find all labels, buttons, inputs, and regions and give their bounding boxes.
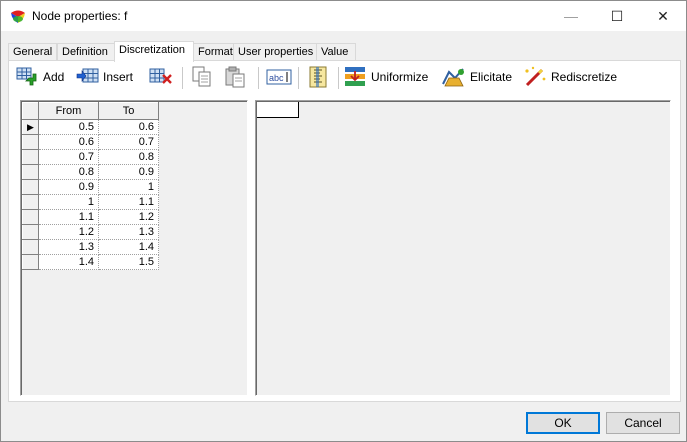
magic-wand-icon bbox=[525, 66, 546, 87]
table-row[interactable]: 1 1.1 bbox=[22, 194, 159, 210]
preview-grid[interactable] bbox=[255, 100, 671, 396]
table-row[interactable]: 1.2 1.3 bbox=[22, 224, 159, 240]
row-header[interactable] bbox=[22, 149, 39, 165]
text-field-icon: abc bbox=[266, 69, 292, 85]
to-cell[interactable]: 1.5 bbox=[98, 254, 159, 270]
toolbar-separator bbox=[298, 67, 299, 89]
to-cell[interactable]: 0.9 bbox=[98, 164, 159, 180]
from-cell[interactable]: 0.9 bbox=[38, 179, 99, 195]
from-cell[interactable]: 1 bbox=[38, 194, 99, 210]
row-header[interactable] bbox=[22, 239, 39, 255]
table-row[interactable]: 0.6 0.7 bbox=[22, 134, 159, 150]
to-cell[interactable]: 1 bbox=[98, 179, 159, 195]
to-cell[interactable]: 1.4 bbox=[98, 239, 159, 255]
uniformize-label: Uniformize bbox=[371, 70, 429, 84]
table-row[interactable]: 1.3 1.4 bbox=[22, 239, 159, 255]
to-cell[interactable]: 1.1 bbox=[98, 194, 159, 210]
toolbar-separator bbox=[258, 67, 259, 89]
preview-grid-header-cell bbox=[257, 102, 299, 118]
from-cell[interactable]: 1.4 bbox=[38, 254, 99, 270]
current-row-indicator-icon[interactable]: ▶ bbox=[22, 119, 39, 135]
app-icon bbox=[11, 10, 25, 23]
tab-discretization[interactable]: Discretization bbox=[114, 41, 194, 62]
to-cell[interactable]: 1.2 bbox=[98, 209, 159, 225]
from-column-header[interactable]: From bbox=[38, 102, 99, 120]
close-button[interactable]: ✕ bbox=[640, 1, 686, 31]
add-button[interactable]: Add bbox=[16, 65, 64, 89]
intervals-grid[interactable]: From To ▶ 0.5 0.6 0.6 0.7 0.7 0.8 0.8 0.9 0.9 1 1 1.… bbox=[20, 100, 248, 396]
table-row[interactable]: 0.9 1 bbox=[22, 179, 159, 195]
table-row[interactable]: 1.1 1.2 bbox=[22, 209, 159, 225]
to-cell[interactable]: 0.6 bbox=[98, 119, 159, 135]
elicitate-label: Elicitate bbox=[470, 70, 513, 84]
rediscretize-label: Rediscretize bbox=[551, 70, 618, 84]
toolbar: Add Insert abc Uniformize Elicitate Redi… bbox=[14, 65, 674, 93]
maximize-icon: ☐ bbox=[610, 7, 624, 24]
title-bar: Node properties: f — ☐ ✕ bbox=[1, 1, 686, 31]
from-cell[interactable]: 0.8 bbox=[38, 164, 99, 180]
from-cell[interactable]: 0.7 bbox=[38, 149, 99, 165]
tab-definition[interactable]: Definition bbox=[57, 43, 115, 61]
maximize-button[interactable]: ☐ bbox=[594, 1, 640, 31]
abc-text: abc bbox=[269, 73, 284, 83]
from-cell[interactable]: 0.5 bbox=[38, 119, 99, 135]
tab-general[interactable]: General bbox=[8, 43, 57, 61]
from-cell[interactable]: 1.3 bbox=[38, 239, 99, 255]
minimize-button[interactable]: — bbox=[548, 1, 594, 31]
table-row[interactable]: 0.8 0.9 bbox=[22, 164, 159, 180]
add-label: Add bbox=[43, 70, 65, 84]
ruler-icon bbox=[309, 66, 327, 88]
from-cell[interactable]: 0.6 bbox=[38, 134, 99, 150]
to-cell[interactable]: 0.8 bbox=[98, 149, 159, 165]
to-cell[interactable]: 0.7 bbox=[98, 134, 159, 150]
add-row-icon bbox=[16, 67, 37, 86]
paste-button[interactable] bbox=[224, 65, 248, 89]
row-header[interactable] bbox=[22, 164, 39, 180]
uniformize-button[interactable]: Uniformize bbox=[344, 65, 428, 89]
row-header[interactable] bbox=[22, 209, 39, 225]
discretization-panel: Add Insert abc Uniformize Elicitate Redi… bbox=[8, 60, 681, 402]
copy-button[interactable] bbox=[190, 65, 214, 89]
close-icon: ✕ bbox=[657, 7, 669, 24]
ok-button[interactable]: OK bbox=[526, 412, 600, 434]
row-header[interactable] bbox=[22, 179, 39, 195]
row-header[interactable] bbox=[22, 134, 39, 150]
node-properties-dialog: Node properties: f — ☐ ✕ General Definit… bbox=[0, 0, 687, 442]
toolbar-separator bbox=[338, 67, 339, 89]
minimize-icon: — bbox=[564, 8, 578, 24]
row-header[interactable] bbox=[22, 194, 39, 210]
table-row[interactable]: ▶ 0.5 0.6 bbox=[22, 119, 159, 135]
insert-button[interactable]: Insert bbox=[76, 65, 133, 89]
row-header[interactable] bbox=[22, 224, 39, 240]
to-cell[interactable]: 1.3 bbox=[98, 224, 159, 240]
insert-row-icon bbox=[76, 68, 99, 83]
toolbar-separator bbox=[182, 67, 183, 89]
grid-corner bbox=[22, 102, 39, 120]
from-cell[interactable]: 1.2 bbox=[38, 224, 99, 240]
row-header[interactable] bbox=[22, 254, 39, 270]
table-row[interactable]: 0.7 0.8 bbox=[22, 149, 159, 165]
elicitate-icon bbox=[442, 68, 464, 87]
to-column-header[interactable]: To bbox=[98, 102, 159, 120]
copy-icon bbox=[192, 66, 211, 87]
table-row[interactable]: 1.4 1.5 bbox=[22, 254, 159, 270]
tab-format[interactable]: Format bbox=[193, 43, 234, 61]
uniformize-icon bbox=[345, 67, 365, 86]
rediscretize-button[interactable]: Rediscretize bbox=[522, 65, 617, 89]
insert-label: Insert bbox=[103, 70, 134, 84]
rename-button[interactable]: abc bbox=[266, 65, 292, 89]
paste-icon bbox=[225, 66, 245, 88]
from-cell[interactable]: 1.1 bbox=[38, 209, 99, 225]
elicitate-button[interactable]: Elicitate bbox=[441, 65, 512, 89]
delete-row-icon bbox=[149, 68, 172, 84]
cancel-button[interactable]: Cancel bbox=[606, 412, 680, 434]
tab-user-properties[interactable]: User properties bbox=[233, 43, 317, 61]
window-title: Node properties: f bbox=[32, 9, 128, 23]
delete-row-button[interactable] bbox=[148, 65, 174, 89]
columns-button[interactable] bbox=[306, 65, 330, 89]
intervals-table: From To ▶ 0.5 0.6 0.6 0.7 0.7 0.8 0.8 0.9 0.9 1 1 1.… bbox=[22, 102, 159, 270]
tab-value[interactable]: Value bbox=[316, 43, 356, 61]
